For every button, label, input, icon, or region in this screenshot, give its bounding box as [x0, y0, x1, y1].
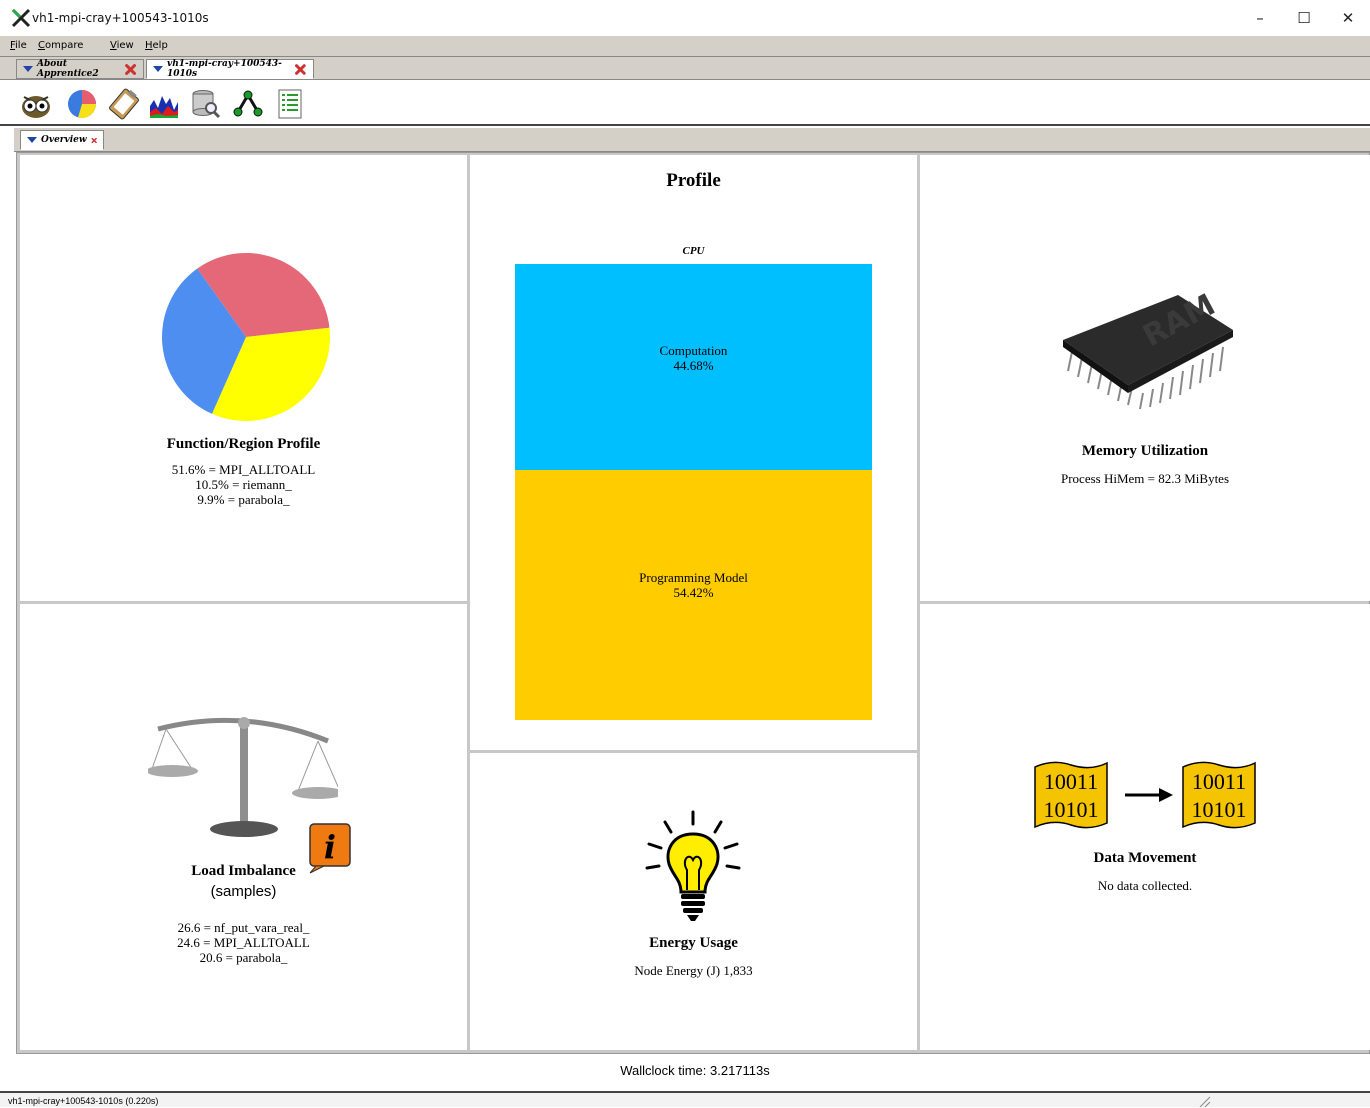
bits-text: 10101 [1192, 797, 1247, 822]
data-movement-panel[interactable]: 10011 10101 10011 10101 Data Movement No… [920, 604, 1370, 1050]
menu-view[interactable]: View [110, 40, 134, 51]
window-title: vh1-mpi-cray+100543-1010s [32, 11, 209, 25]
bits-text: 10011 [1044, 769, 1098, 794]
close-tab-icon[interactable] [91, 133, 97, 148]
load-imbalance-title: Load Imbalance [191, 863, 296, 879]
tab-dropdown-icon[interactable] [153, 66, 163, 72]
status-text: vh1-mpi-cray+100543-1010s (0.220s) [8, 1096, 159, 1106]
data-movement-title: Data Movement [1093, 850, 1197, 866]
cpu-segment-value: 44.68% [673, 358, 714, 373]
toolbar [0, 80, 1370, 126]
title-bar: vh1-mpi-cray+100543-1010s – ☐ ✕ [0, 0, 1370, 36]
memory-panel[interactable]: RAM Memory Utilization Process HiMem = 8… [920, 155, 1370, 601]
menu-bar: File Compare View Help [0, 36, 1370, 56]
memory-title: Memory Utilization [1081, 443, 1209, 459]
bits-text: 10011 [1192, 769, 1246, 794]
lightbulb-icon [645, 810, 741, 921]
data-movement-status: No data collected. [1097, 878, 1193, 893]
tab-dropdown-icon[interactable] [23, 66, 33, 72]
close-tab-icon[interactable] [124, 62, 137, 77]
cpu-profile-subtitle: CPU [682, 245, 705, 257]
load-imbalance-line: 24.6 = MPI_ALLTOALL [177, 935, 310, 950]
menu-compare[interactable]: Compare [38, 40, 83, 51]
function-profile-panel[interactable]: Function/Region Profile 51.6% = MPI_ALLT… [20, 155, 467, 601]
close-window-button[interactable]: ✕ [1328, 6, 1368, 30]
load-imbalance-panel[interactable]: i Load Imbalance (samples) 26.6 = nf_put… [20, 604, 467, 1050]
app-logo-icon [11, 8, 31, 28]
function-profile-list: 51.6% = MPI_ALLTOALL 10.5% = riemann_ 9.… [20, 462, 467, 507]
cpu-segment-label: Programming Model [639, 570, 748, 585]
load-imbalance-line: 26.6 = nf_put_vara_real_ [177, 920, 310, 935]
cpu-segment-label: Computation [659, 343, 728, 358]
memory-hiwater-value: Process HiMem = 82.3 MiBytes [1060, 471, 1230, 486]
call-tree-icon[interactable] [232, 88, 264, 120]
function-profile-pie-chart[interactable] [160, 251, 332, 423]
info-icon-glyph: i [324, 828, 336, 866]
cpu-profile-title: Profile [666, 170, 721, 191]
load-imbalance-line: 20.6 = parabola_ [199, 950, 288, 965]
load-imbalance-list: 26.6 = nf_put_vara_real_ 24.6 = MPI_ALLT… [20, 920, 467, 965]
tab-about-apprentice2[interactable]: About Apprentice2 [16, 59, 144, 79]
bits-text: 10101 [1044, 797, 1099, 822]
cpu-segment-programming-model[interactable]: Programming Model 54.42% [515, 470, 872, 720]
text-report-icon[interactable] [274, 88, 306, 120]
tab-vh1-mpi-cray[interactable]: vh1-mpi-cray+100543-1010s [146, 59, 314, 79]
cpu-segment-value: 54.42% [673, 585, 714, 600]
function-profile-title: Function/Region Profile [166, 436, 321, 452]
tab-label: About Apprentice2 [37, 59, 99, 79]
energy-title: Energy Usage [649, 935, 738, 951]
menu-file[interactable]: File [10, 40, 27, 51]
function-profile-line: 9.9% = parabola_ [197, 492, 290, 507]
tab-label: vh1-mpi-cray+100543-1010s [167, 59, 282, 79]
cpu-profile-panel[interactable]: Profile CPU Computation 44.68% Programmi… [470, 155, 917, 750]
overview-owl-icon[interactable] [20, 88, 52, 120]
cpu-segment-computation[interactable]: Computation 44.68% [515, 264, 872, 470]
ram-chip-icon: RAM [1063, 287, 1233, 410]
cpu-segment-text: Programming Model 54.42% [515, 570, 872, 600]
view-tab-bar: Overview [14, 128, 1370, 152]
function-profile-line: 51.6% = MPI_ALLTOALL [171, 462, 316, 477]
status-bar: vh1-mpi-cray+100543-1010s (0.220s) [0, 1091, 1370, 1108]
wallclock-time: Wallclock time: 3.217113s [620, 1063, 770, 1078]
document-tab-bar: About Apprentice2 vh1-mpi-cray+100543-10… [0, 56, 1370, 80]
pie-chart-icon[interactable] [66, 88, 98, 120]
bar-histogram-icon[interactable] [148, 88, 180, 120]
clipboard-icon[interactable] [108, 88, 140, 120]
resize-grip-icon[interactable] [1196, 1094, 1212, 1108]
tab-overview[interactable]: Overview [20, 130, 104, 150]
menu-help[interactable]: Help [145, 40, 168, 51]
tab-label: Overview [41, 135, 87, 145]
close-tab-icon[interactable] [294, 62, 307, 77]
tab-dropdown-icon[interactable] [27, 137, 37, 143]
overview-pane: Function/Region Profile 51.6% = MPI_ALLT… [16, 152, 1370, 1054]
cpu-stacked-bar[interactable]: Computation 44.68% Programming Model 54.… [515, 264, 872, 720]
energy-panel[interactable]: Energy Usage Node Energy (J) 1,833 [470, 753, 917, 1050]
load-imbalance-subtitle: (samples) [210, 883, 277, 900]
node-energy-value: Node Energy (J) 1,833 [634, 963, 753, 978]
cpu-segment-text: Computation 44.68% [515, 343, 872, 373]
search-database-icon[interactable] [190, 88, 222, 120]
maximize-button[interactable]: ☐ [1284, 6, 1324, 30]
data-transfer-icon: 10011 10101 10011 10101 [1034, 761, 1256, 829]
minimize-button[interactable]: – [1240, 6, 1280, 30]
function-profile-line: 10.5% = riemann_ [195, 477, 292, 492]
